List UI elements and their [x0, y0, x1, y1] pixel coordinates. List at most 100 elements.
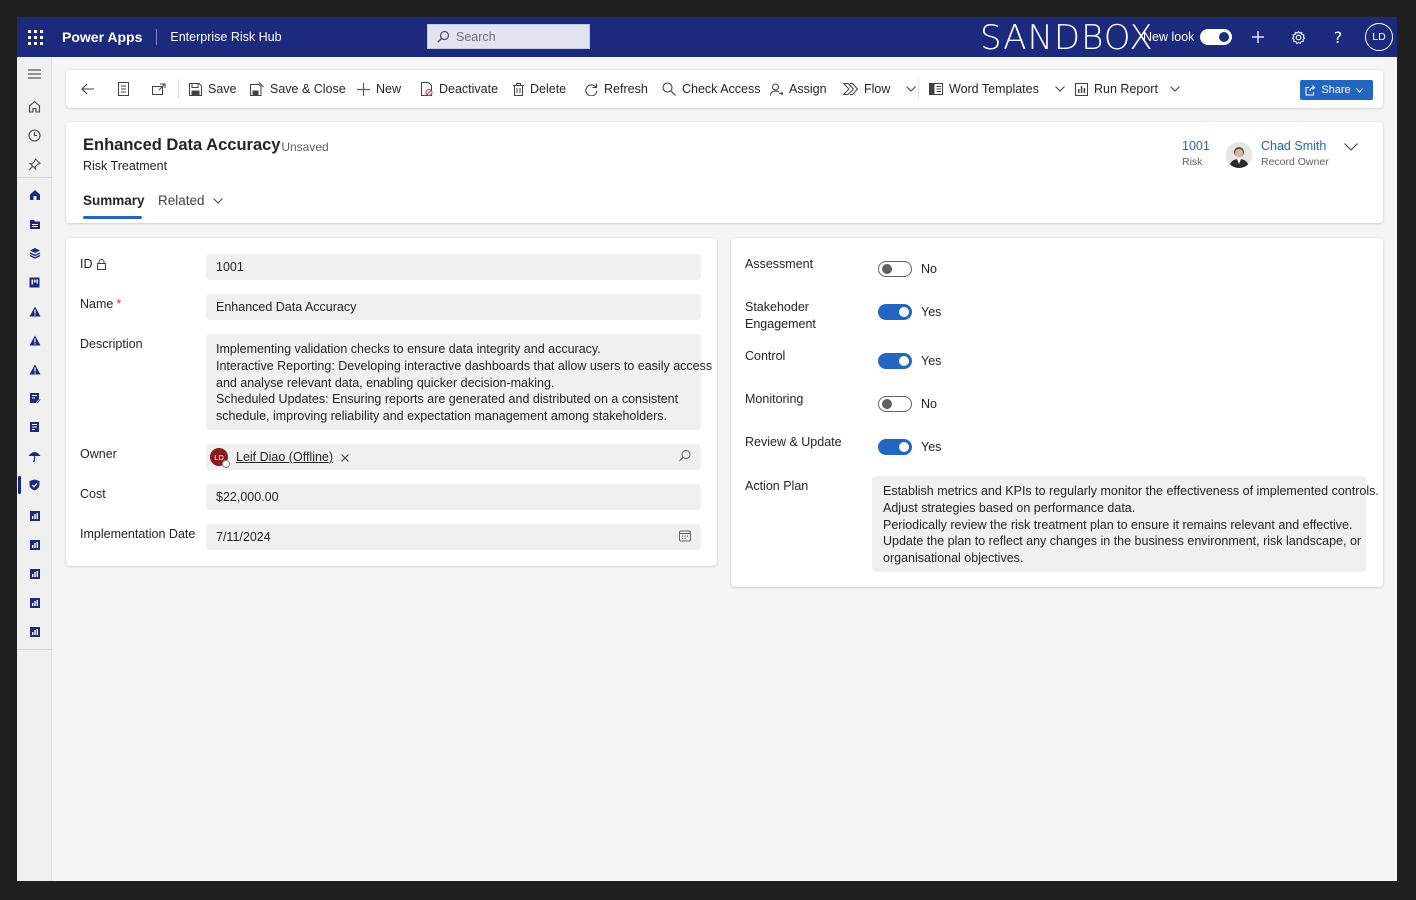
- add-button[interactable]: [1243, 17, 1273, 57]
- control-toggle[interactable]: [878, 353, 912, 369]
- open-new-window-button[interactable]: [152, 70, 172, 108]
- nav-folder[interactable]: [17, 213, 52, 235]
- description-field[interactable]: Implementing validation checks to ensure…: [206, 334, 712, 430]
- nav-report-5[interactable]: [17, 621, 52, 643]
- share-label: Share: [1321, 84, 1351, 96]
- nav-pinned[interactable]: [17, 153, 52, 175]
- chevron-down-icon: [1344, 143, 1358, 151]
- required-indicator: *: [116, 297, 122, 311]
- delete-button[interactable]: Delete: [513, 70, 566, 108]
- nav-assessments[interactable]: [17, 387, 52, 409]
- command-divider: [918, 79, 919, 99]
- record-owner-label: Record Owner: [1261, 156, 1329, 168]
- word-templates-button[interactable]: Word Templates: [929, 70, 1065, 108]
- remove-owner-button[interactable]: [341, 450, 349, 465]
- description-line: Implementing validation checks to ensure…: [216, 342, 601, 356]
- lookup-search-button[interactable]: [679, 450, 691, 465]
- implementation-date-label: Implementation Date: [80, 527, 196, 541]
- folder-icon: [29, 219, 40, 229]
- chart-icon: [29, 540, 40, 550]
- implementation-date-field[interactable]: 7/11/2024: [206, 524, 701, 550]
- command-bar: Save Save & Close New Deactivate Delete …: [66, 70, 1383, 108]
- report-icon: [1075, 82, 1088, 96]
- search-input[interactable]: Search: [427, 24, 590, 49]
- nav-insurance[interactable]: [17, 445, 52, 467]
- tab-related[interactable]: Related: [158, 193, 223, 208]
- dashboard-icon: [29, 190, 40, 200]
- new-button[interactable]: New: [357, 70, 401, 108]
- risk-link[interactable]: 1001: [1182, 139, 1210, 153]
- monitoring-toggle[interactable]: [878, 396, 912, 412]
- nav-risks[interactable]: [17, 300, 52, 322]
- owner-lookup-link[interactable]: Leif Diao (Offline): [236, 450, 333, 464]
- nav-controls[interactable]: [17, 416, 52, 438]
- run-report-button[interactable]: Run Report: [1075, 70, 1180, 108]
- active-tab-indicator: [83, 216, 142, 219]
- nav-incidents[interactable]: [17, 358, 52, 380]
- word-template-icon: [929, 83, 943, 95]
- help-button[interactable]: ?: [1323, 17, 1353, 57]
- stakeholder-engagement-toggle[interactable]: [878, 304, 912, 320]
- date-picker-button[interactable]: [679, 530, 691, 545]
- review-update-toggle[interactable]: [878, 439, 912, 455]
- nav-risk-events[interactable]: [17, 329, 52, 351]
- user-avatar[interactable]: LD: [1365, 23, 1393, 51]
- stakeholder-engagement-label: Stakehoder Engagement: [745, 299, 816, 333]
- summary-section-left: ID 1001 Name * Enhanced Data Accuracy Des…: [66, 238, 717, 566]
- home-icon: [28, 100, 41, 113]
- nav-dashboard[interactable]: [17, 184, 52, 206]
- new-look-toggle[interactable]: [1200, 29, 1232, 45]
- close-icon: [341, 453, 349, 462]
- tab-summary[interactable]: Summary: [83, 193, 145, 208]
- cost-field[interactable]: $22,000.00: [206, 484, 701, 510]
- nav-home[interactable]: [17, 95, 52, 117]
- nav-risk-treatments[interactable]: [17, 474, 52, 496]
- action-plan-line: Periodically review the risk treatment p…: [883, 517, 1353, 532]
- deactivate-button[interactable]: Deactivate: [421, 70, 498, 108]
- save-close-button[interactable]: Save & Close: [250, 70, 346, 108]
- flow-button[interactable]: Flow: [843, 70, 917, 108]
- settings-button[interactable]: [1283, 17, 1313, 57]
- record-owner-link[interactable]: Chad Smith: [1261, 139, 1326, 153]
- owner-lookup-field[interactable]: LD Leif Diao (Offline): [206, 444, 701, 470]
- nav-recent[interactable]: [17, 124, 52, 146]
- delete-label: Delete: [530, 82, 567, 96]
- shield-icon: [29, 479, 40, 491]
- back-arrow-icon: [81, 83, 94, 95]
- share-button[interactable]: Share: [1300, 80, 1373, 100]
- topbar-divider: [156, 29, 158, 45]
- back-button[interactable]: [81, 70, 101, 108]
- environment-name[interactable]: Enterprise Risk Hub: [170, 30, 281, 44]
- warning-icon: [29, 364, 40, 374]
- assessment-toggle[interactable]: [878, 261, 912, 277]
- app-launcher-button[interactable]: [17, 17, 53, 57]
- action-plan-field[interactable]: Establish metrics and KPIs to regularly …: [872, 476, 1379, 572]
- popout-icon: [152, 83, 166, 95]
- nav-menu-button[interactable]: [17, 63, 52, 85]
- nav-report-3[interactable]: [17, 563, 52, 585]
- search-placeholder: Search: [456, 29, 496, 44]
- nav-board[interactable]: [17, 271, 52, 293]
- form-view-button[interactable]: [118, 70, 135, 108]
- app-name[interactable]: Power Apps: [62, 29, 142, 45]
- id-field[interactable]: 1001: [206, 254, 701, 280]
- control-value: Yes: [921, 354, 942, 368]
- name-field[interactable]: Enhanced Data Accuracy: [206, 294, 701, 320]
- nav-report-2[interactable]: [17, 534, 52, 556]
- check-access-button[interactable]: Check Access: [662, 70, 761, 108]
- save-button[interactable]: Save: [189, 70, 237, 108]
- nav-report-1[interactable]: [17, 505, 52, 527]
- name-label-text: Name: [80, 297, 114, 311]
- expand-header-button[interactable]: [1344, 140, 1358, 154]
- check-access-label: Check Access: [682, 82, 761, 96]
- refresh-button[interactable]: Refresh: [585, 70, 648, 108]
- nav-report-4[interactable]: [17, 592, 52, 614]
- summary-section-right: Assessment No Stakehoder Engagement Yes …: [731, 238, 1383, 587]
- assign-button[interactable]: Assign: [770, 70, 827, 108]
- name-field-label: Name *: [80, 296, 121, 313]
- flow-label: Flow: [864, 82, 891, 96]
- deactivate-label: Deactivate: [439, 82, 499, 96]
- nav-layers[interactable]: [17, 242, 52, 264]
- owner-lookup-pill[interactable]: LD Leif Diao (Offline): [210, 448, 349, 468]
- unsaved-indicator: - Unsaved: [274, 140, 329, 154]
